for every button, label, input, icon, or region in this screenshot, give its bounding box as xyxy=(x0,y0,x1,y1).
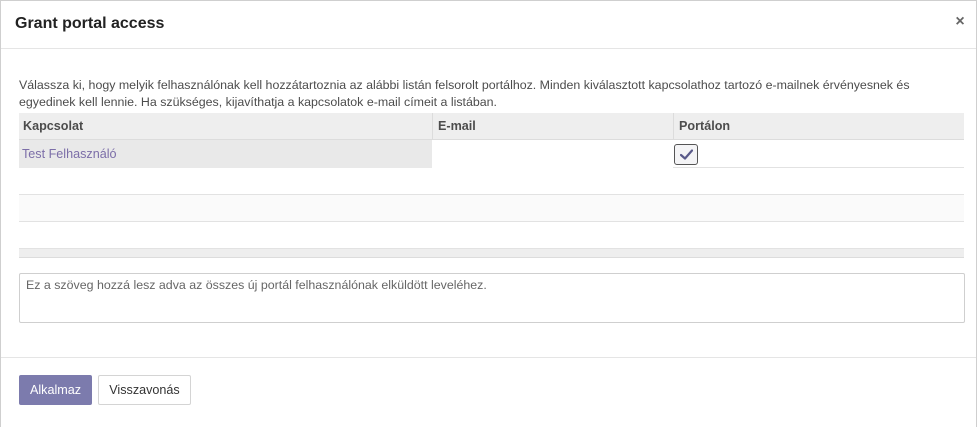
check-icon xyxy=(680,149,693,160)
close-icon[interactable]: × xyxy=(952,14,968,30)
column-header-in-portal[interactable]: Portálon xyxy=(673,113,964,140)
in-portal-checkbox[interactable] xyxy=(674,144,698,165)
intro-text: Válassza ki, hogy melyik felhasználónak … xyxy=(19,78,910,109)
apply-button[interactable]: Alkalmaz xyxy=(19,375,92,405)
in-portal-cell xyxy=(673,140,964,168)
email-cell[interactable] xyxy=(432,140,673,168)
empty-table-row xyxy=(19,168,964,195)
empty-table-row xyxy=(19,195,964,222)
table-header: Kapcsolat E-mail Portálon xyxy=(19,113,964,140)
dialog-title: Grant portal access xyxy=(15,15,165,32)
table-footer xyxy=(19,249,964,258)
column-header-email[interactable]: E-mail xyxy=(432,113,673,140)
contact-cell[interactable]: Test Felhasználó xyxy=(19,140,432,168)
dialog-header: Grant portal access × xyxy=(1,1,976,49)
grant-portal-access-dialog: Grant portal access × Válassza ki, hogy … xyxy=(0,0,977,427)
portal-users-table: Kapcsolat E-mail Portálon Test Felhaszná… xyxy=(19,113,964,258)
welcome-message-textarea[interactable]: Ez a szöveg hozzá lesz adva az összes új… xyxy=(19,273,965,323)
dialog-footer: Alkalmaz Visszavonás xyxy=(1,357,976,428)
column-header-contact[interactable]: Kapcsolat xyxy=(19,113,432,140)
cancel-button[interactable]: Visszavonás xyxy=(98,375,191,405)
empty-table-row xyxy=(19,222,964,249)
table-row: Test Felhasználó xyxy=(19,140,964,168)
